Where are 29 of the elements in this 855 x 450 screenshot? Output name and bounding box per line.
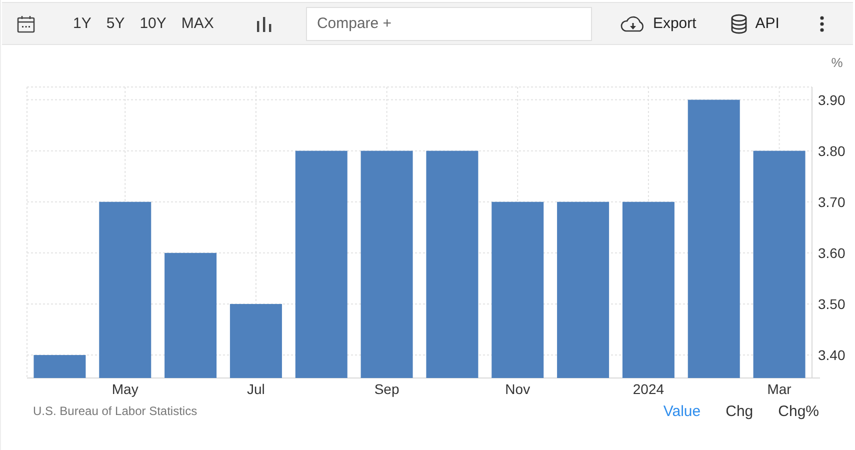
view-tab[interactable]: Chg% <box>778 402 819 420</box>
x-axis-label: Jul <box>247 381 265 397</box>
range-button[interactable]: 1Y <box>73 15 92 32</box>
x-axis-label: 2024 <box>632 381 664 397</box>
x-axis-label: Mar <box>767 381 792 397</box>
y-axis-label: 3.60 <box>818 244 846 261</box>
y-axis-label: 3.90 <box>818 92 846 108</box>
range-button[interactable]: 5Y <box>106 15 125 32</box>
bar-chart-icon[interactable] <box>256 16 272 32</box>
y-axis-label: 3.50 <box>818 296 846 312</box>
api-button[interactable]: API <box>755 15 780 32</box>
range-button[interactable]: 10Y <box>140 15 166 32</box>
more-menu-icon[interactable] <box>820 16 824 32</box>
unit-label: % <box>831 55 843 70</box>
view-tab[interactable]: Chg <box>726 402 754 420</box>
y-axis-label: 3.70 <box>818 194 846 210</box>
compare-field[interactable]: Compare + <box>306 6 592 40</box>
x-axis-label: May <box>112 381 138 397</box>
bar <box>34 355 86 378</box>
y-axis-label: 3.40 <box>818 347 846 364</box>
calendar-icon[interactable] <box>17 14 35 32</box>
database-icon[interactable] <box>730 14 748 34</box>
export-button[interactable]: Export <box>652 15 696 32</box>
source-text: U.S. Bureau of Labor Statistics <box>33 404 198 418</box>
range-button[interactable]: MAX <box>181 15 214 32</box>
x-axis-label: Nov <box>505 381 530 397</box>
cloud-download-icon[interactable] <box>620 14 646 32</box>
y-axis-label: 3.80 <box>818 142 846 159</box>
x-axis-label: Sep <box>374 381 400 397</box>
